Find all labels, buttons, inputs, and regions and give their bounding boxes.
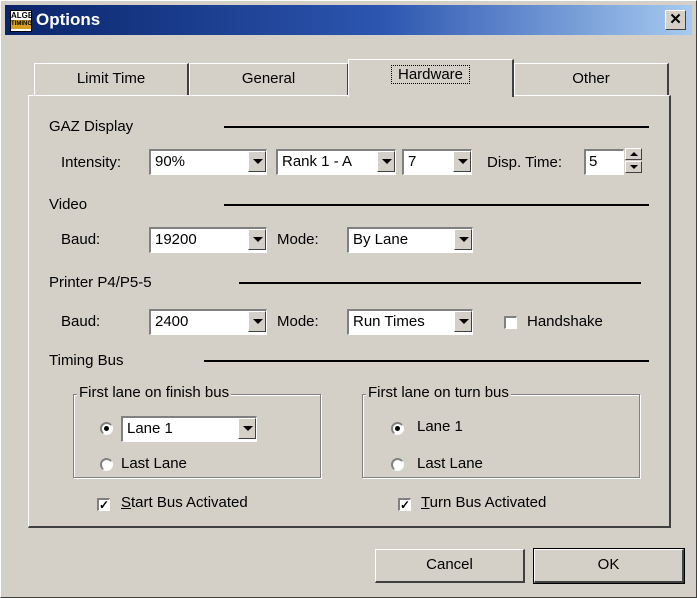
- spin-down-icon[interactable]: [625, 161, 642, 173]
- ok-button[interactable]: OK: [533, 548, 685, 584]
- printer-baud-label: Baud:: [61, 313, 101, 330]
- chevron-down-icon[interactable]: [238, 418, 256, 439]
- spin-up-icon[interactable]: [625, 148, 642, 160]
- finish-last-lane-radio[interactable]: [100, 458, 113, 471]
- tab-label: General: [241, 70, 296, 87]
- turn-bus-label[interactable]: Turn Bus Activated: [421, 494, 546, 511]
- video-mode-label: Mode:: [277, 231, 319, 248]
- turn-bus-mnemonic: T: [421, 494, 430, 511]
- printer-baud-select[interactable]: 2400: [149, 309, 267, 335]
- close-icon: ✕: [669, 11, 682, 28]
- video-mode-select[interactable]: By Lane: [347, 227, 473, 253]
- rank-select[interactable]: Rank 1 - A: [276, 149, 396, 175]
- gaz-separator: [224, 126, 649, 128]
- chevron-down-icon[interactable]: [377, 151, 395, 172]
- finish-lane-radio[interactable]: [100, 422, 113, 435]
- tab-label: Other: [572, 70, 610, 87]
- digits-select[interactable]: 7: [402, 149, 472, 175]
- video-baud-select[interactable]: 19200: [149, 227, 267, 253]
- close-button[interactable]: ✕: [665, 10, 686, 30]
- hardware-panel: GAZ Display Intensity: 90% Rank 1 - A 7 …: [28, 95, 671, 528]
- printer-mode-value: Run Times: [353, 313, 425, 330]
- start-bus-mnemonic: S: [121, 494, 132, 511]
- tab-limit-time[interactable]: Limit Time: [34, 63, 189, 95]
- chevron-down-icon[interactable]: [454, 229, 472, 250]
- turn-last-lane-label[interactable]: Last Lane: [417, 455, 483, 472]
- turn-bus-group-title: First lane on turn bus: [366, 384, 511, 401]
- finish-lane-select[interactable]: Lane 1: [121, 416, 257, 442]
- tab-other[interactable]: Other: [514, 63, 669, 95]
- finish-last-lane-label[interactable]: Last Lane: [121, 455, 187, 472]
- start-bus-label-rest: tart Bus Activated: [131, 494, 248, 511]
- chevron-down-icon[interactable]: [248, 229, 266, 250]
- disp-time-label: Disp. Time:: [487, 154, 563, 171]
- timing-bus-separator: [204, 360, 649, 362]
- video-baud-label: Baud:: [61, 231, 101, 248]
- cancel-button[interactable]: Cancel: [375, 549, 525, 583]
- printer-baud-value: 2400: [155, 313, 189, 330]
- chevron-down-icon[interactable]: [248, 151, 266, 172]
- start-bus-checkbox[interactable]: ✓: [97, 498, 110, 511]
- turn-bus-checkbox[interactable]: ✓: [398, 498, 411, 511]
- tab-hardware[interactable]: Hardware: [348, 59, 514, 97]
- title-bar[interactable]: ALGE TIMING Options ✕: [5, 5, 692, 35]
- intensity-select[interactable]: 90%: [149, 149, 267, 175]
- video-mode-value: By Lane: [353, 231, 409, 248]
- turn-last-lane-radio[interactable]: [391, 458, 404, 471]
- intensity-value: 90%: [155, 153, 186, 170]
- turn-bus-label-rest: urn Bus Activated: [429, 494, 547, 511]
- rank-value: Rank 1 - A: [282, 153, 353, 170]
- alge-app-icon: ALGE TIMING: [10, 10, 32, 32]
- handshake-label[interactable]: Handshake: [527, 313, 603, 330]
- window-title: Options: [36, 10, 101, 29]
- printer-mode-select[interactable]: Run Times: [347, 309, 473, 335]
- options-dialog: ALGE TIMING Options ✕ Limit Time General…: [0, 0, 697, 598]
- chevron-down-icon[interactable]: [453, 151, 471, 172]
- finish-bus-group-title: First lane on finish bus: [77, 384, 232, 401]
- app-icon-text: ALGE: [11, 11, 32, 20]
- turn-lane1-label[interactable]: Lane 1: [417, 418, 463, 435]
- printer-heading: Printer P4/P5-5: [49, 274, 152, 291]
- printer-separator: [239, 282, 641, 284]
- tab-label: Hardware: [390, 65, 471, 84]
- turn-lane1-radio[interactable]: [391, 422, 404, 435]
- app-icon-subtext: TIMING: [11, 20, 32, 29]
- finish-lane-value: Lane 1: [127, 420, 173, 437]
- video-baud-value: 19200: [155, 231, 197, 248]
- video-separator: [224, 204, 649, 206]
- video-heading: Video: [49, 196, 88, 213]
- intensity-label: Intensity:: [61, 154, 122, 171]
- timing-bus-heading: Timing Bus: [49, 352, 124, 369]
- disp-time-input[interactable]: 5: [584, 149, 624, 175]
- chevron-down-icon[interactable]: [248, 311, 266, 332]
- start-bus-label[interactable]: Start Bus Activated: [121, 494, 248, 511]
- chevron-down-icon[interactable]: [454, 311, 472, 332]
- gaz-display-heading: GAZ Display: [49, 118, 134, 135]
- printer-mode-label: Mode:: [277, 313, 319, 330]
- digits-value: 7: [408, 153, 417, 170]
- disp-time-value: 5: [589, 153, 598, 170]
- tab-general[interactable]: General: [189, 63, 349, 95]
- tab-label: Limit Time: [76, 70, 146, 87]
- handshake-checkbox[interactable]: [504, 316, 517, 329]
